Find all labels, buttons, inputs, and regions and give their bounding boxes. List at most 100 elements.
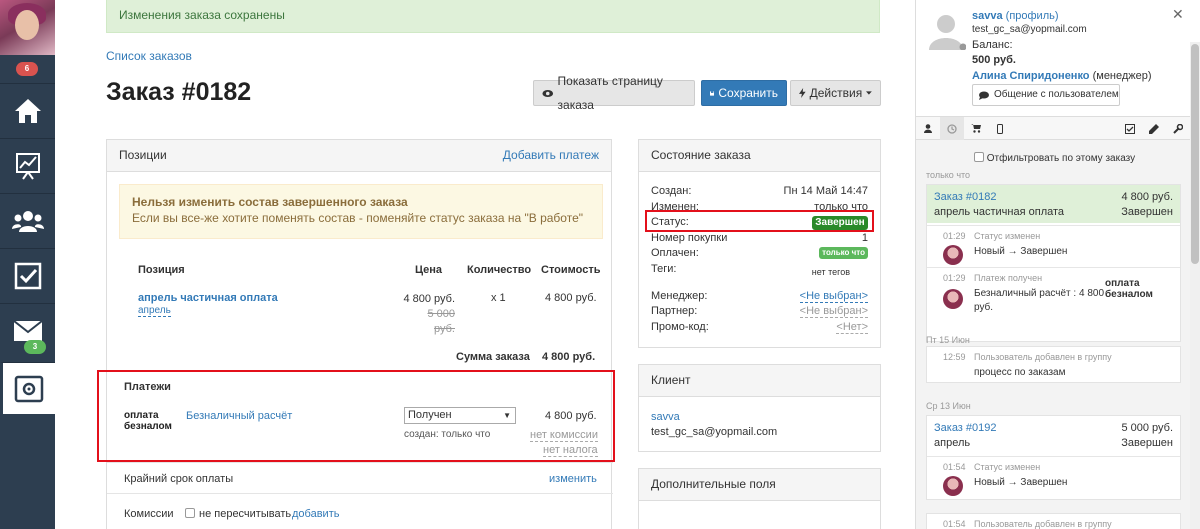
side-scrollbar[interactable]	[1190, 42, 1200, 529]
tab-profile[interactable]	[916, 117, 940, 140]
state-purchase-key: Номер покупки	[651, 232, 728, 244]
client-email: test_gc_sa@yopmail.com	[651, 426, 778, 438]
add-payment-link[interactable]: Добавить платеж	[503, 140, 599, 171]
state-purchase-value: 1	[861, 232, 868, 244]
history-icon	[947, 123, 957, 134]
balance-value: 500 руб.	[972, 54, 1016, 66]
feed-event-time: 12:59	[943, 352, 966, 362]
partner-select-link[interactable]: <Не выбран>	[799, 305, 868, 318]
state-tags-key: Теги:	[651, 263, 677, 275]
tab-mobile[interactable]	[988, 117, 1012, 140]
actions-dropdown[interactable]: Действия	[790, 80, 881, 106]
promo-select-link[interactable]: <Нет>	[836, 321, 868, 334]
scrollbar-thumb[interactable]	[1191, 44, 1199, 264]
no-recalc-label: не пересчитывать	[199, 508, 292, 520]
settings-icon[interactable]	[0, 362, 55, 414]
floppy-icon	[710, 90, 715, 96]
feed-payment-tag: оплата безналом	[1105, 278, 1153, 300]
table-row: апрель частичная оплата апрель	[138, 292, 278, 317]
breadcrumb-orders-list[interactable]: Список заказов	[106, 49, 192, 63]
feed-date: Пт 15 Июн	[926, 335, 970, 345]
notification-badge: 6	[16, 62, 38, 76]
state-paid: Оплачен: только что	[651, 247, 868, 259]
add-commission-link[interactable]: добавить	[292, 508, 339, 520]
warning-text: Если вы все-же хотите поменять состав - …	[132, 211, 584, 225]
bolt-icon	[799, 88, 806, 98]
state-promo-key: Промо-код:	[651, 321, 709, 333]
feed-order-header[interactable]: Заказ #0182 4 800 руб. апрель частичная …	[927, 185, 1180, 223]
feed-order-sum: 4 800 руб.	[1121, 191, 1173, 203]
feed-event-card: 01:54 Пользователь добавлен в группу	[926, 513, 1181, 529]
balance-label: Баланс:	[972, 39, 1013, 51]
cart-icon	[971, 124, 981, 133]
pencil-icon	[1149, 123, 1159, 134]
feed-order-sum: 5 000 руб.	[1121, 422, 1173, 434]
feed-order-status: Завершен	[1121, 437, 1173, 449]
wrench-icon	[1173, 123, 1183, 134]
user-side-panel: ✕ savva (профиль) test_gc_sa@yopmail.com…	[915, 0, 1200, 529]
deadline-change-link[interactable]: изменить	[549, 473, 597, 485]
state-created: Создан: Пн 14 Май 14:47	[651, 185, 868, 197]
feed-event: 01:54 Статус изменен Новый → Завершен	[927, 456, 1180, 498]
item-cost: 4 800 руб.	[545, 292, 597, 304]
avatar[interactable]	[0, 0, 55, 55]
feed-event-text-line1: Безналичный расчёт : 4 800	[974, 288, 1104, 299]
show-order-page-button[interactable]: Показать страницу заказа	[533, 74, 695, 112]
item-name-link[interactable]: апрель частичная оплата	[138, 292, 278, 304]
user-name-line: savva (профиль)	[972, 10, 1059, 22]
avatar	[943, 476, 963, 496]
col-qty: Количество	[467, 264, 532, 276]
item-old-price-unit: руб.	[434, 323, 455, 335]
tab-orders[interactable]	[964, 117, 988, 140]
feed-event-text-line2: руб.	[974, 302, 994, 313]
extra-fields-panel: Дополнительные поля	[638, 468, 881, 529]
user-name-link[interactable]: savva	[972, 10, 1003, 22]
state-partner-key: Партнер:	[651, 305, 698, 317]
item-price: 4 800 руб. 5 000 руб.	[403, 292, 455, 337]
manager-role: (менеджер)	[1092, 70, 1152, 82]
item-sub-link[interactable]: апрель	[138, 305, 171, 317]
feed-order-link[interactable]: Заказ #0182	[934, 191, 997, 203]
users-icon[interactable]	[0, 193, 55, 248]
feed-event-head: Пользователь добавлен в группу	[974, 519, 1112, 529]
comments-icon	[979, 91, 989, 100]
extra-fields-header: Дополнительные поля	[639, 469, 880, 501]
avatar	[943, 245, 963, 265]
tab-tools[interactable]	[1166, 117, 1190, 140]
left-nav: 6 3	[0, 0, 55, 529]
feed-order-header[interactable]: Заказ #0192 5 000 руб. апрель Завершен	[927, 416, 1180, 454]
close-icon[interactable]: ✕	[1172, 6, 1184, 23]
feed-order-status: Завершен	[1121, 206, 1173, 218]
activity-feed: Отфильтровать по этому заказу только что…	[916, 140, 1190, 529]
client-title: Клиент	[651, 373, 691, 387]
feed-order-link[interactable]: Заказ #0192	[934, 422, 997, 434]
tab-history[interactable]	[940, 117, 964, 140]
caret-down-icon	[866, 91, 872, 95]
no-recalc-checkbox[interactable]	[185, 508, 195, 518]
feed-payment-tag-line2: безналом	[1105, 289, 1153, 300]
filter-row: Отфильтровать по этому заказу	[974, 152, 1135, 164]
check-icon[interactable]	[0, 248, 55, 303]
state-tags-value[interactable]: нет тегов	[812, 263, 868, 277]
order-state-header: Состояние заказа	[639, 140, 880, 172]
save-label: Сохранить	[718, 86, 778, 100]
tab-notes[interactable]	[1142, 117, 1166, 140]
save-button[interactable]: Сохранить	[701, 80, 787, 106]
chat-with-user-button[interactable]: Общение с пользователем	[972, 84, 1120, 106]
checkbox-icon	[1125, 123, 1135, 134]
filter-checkbox[interactable]	[974, 152, 984, 162]
client-name-link[interactable]: savva	[651, 411, 680, 423]
feed-event-card: 12:59 Пользователь добавлен в группу про…	[926, 346, 1181, 383]
home-icon[interactable]	[0, 83, 55, 138]
manager-link[interactable]: Алина Спиридоненко	[972, 70, 1090, 82]
main-content: Изменения заказа сохранены Список заказо…	[55, 0, 915, 529]
client-panel: Клиент savva test_gc_sa@yopmail.com	[638, 364, 881, 452]
state-purchase: Номер покупки 1	[651, 232, 868, 244]
order-state-panel: Состояние заказа Создан: Пн 14 Май 14:47 …	[638, 139, 881, 348]
col-cost: Стоимость	[541, 264, 601, 276]
tab-tasks[interactable]	[1118, 117, 1142, 140]
manager-select-link[interactable]: <Не выбран>	[799, 290, 868, 303]
feed-order-name: апрель	[934, 437, 971, 449]
chart-icon[interactable]	[0, 138, 55, 193]
user-profile-link[interactable]: (профиль)	[1006, 10, 1059, 22]
